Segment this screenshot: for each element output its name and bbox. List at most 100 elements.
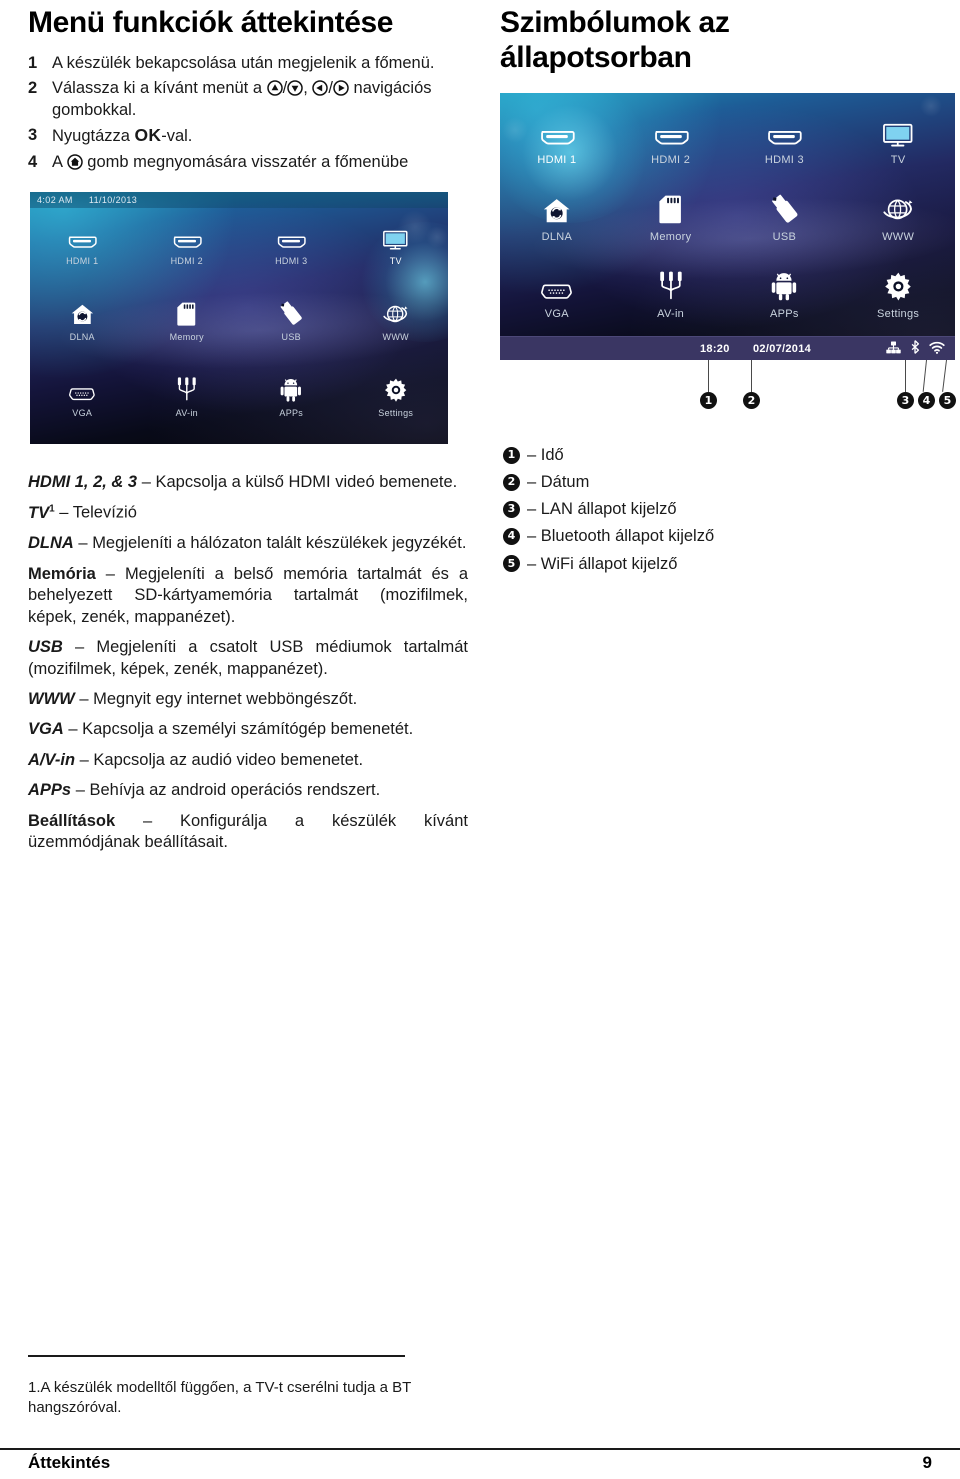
menu-description-paragraph: VGA – Kapcsolja a személyi számítógép be… — [28, 719, 468, 740]
menu-tile-label: HDMI 2 — [170, 256, 203, 266]
menu-tile-label: Memory — [649, 231, 692, 243]
footer-page-number: 9 — [922, 1453, 932, 1472]
legend-marker: 5 — [503, 555, 520, 573]
legend-row-5: 5 – WiFi állapot kijelző — [503, 555, 903, 573]
menu-tile-settings[interactable]: Settings — [841, 261, 955, 338]
step-item-1: 1 A készülék bekapcsolása után megjeleni… — [28, 52, 468, 74]
menu-term: WWW — [28, 690, 75, 708]
vga-port-icon — [69, 368, 96, 402]
menu-tile-www[interactable]: WWW — [841, 184, 955, 261]
menu-term: A/V-in — [28, 750, 76, 769]
menu-tile-tv[interactable]: TV — [344, 216, 449, 292]
globe-browser-icon — [883, 184, 914, 224]
menu-tile-label: USB — [772, 231, 797, 243]
menu-tile-hdmi-2[interactable]: HDMI 2 — [614, 107, 728, 184]
menu-tile-usb[interactable]: USB — [728, 184, 842, 261]
menu-tile-tv[interactable]: TV — [841, 107, 955, 184]
menu-tile-label: Settings — [877, 308, 920, 320]
menu-term-dash: – — [95, 564, 125, 583]
device-status-bar-bottom: 18:20 02/07/2014 — [500, 336, 955, 360]
menu-tile-label: VGA — [72, 408, 93, 418]
step-text-part-1: Nyugtázza — [52, 127, 135, 146]
menu-term-dash: – — [74, 690, 94, 708]
hdmi-port-icon — [67, 216, 97, 250]
menu-tile-www[interactable]: WWW — [344, 292, 449, 368]
status-date: 02/07/2014 — [753, 342, 812, 355]
projector-main-menu-screenshot-right: HDMI 1 HDMI 2 HDMI 3 TV DLNA Memory USB WWW VGA A… — [500, 93, 955, 360]
menu-tile-av-in[interactable]: AV-in — [135, 368, 240, 444]
step-item-2: 2 Válassza ki a kívánt menüt a /, / navig… — [28, 77, 468, 121]
leader-line-1 — [708, 360, 709, 392]
menu-tile-av-in[interactable]: AV-in — [614, 261, 728, 338]
menu-description-text: Televízió — [72, 503, 137, 522]
menu-tile-hdmi-2[interactable]: HDMI 2 — [135, 216, 240, 292]
menu-description-paragraph: TV1 – Televízió — [28, 502, 468, 524]
callout-marker-2: 2 — [743, 392, 760, 409]
menu-tile-hdmi-1[interactable]: HDMI 1 — [30, 216, 135, 292]
menu-description-text: Kapcsolja az audió video bemenetet. — [93, 750, 364, 769]
menu-tile-vga[interactable]: VGA — [30, 368, 135, 444]
step-number: 4 — [28, 152, 38, 171]
menu-tile-memory[interactable]: Memory — [135, 292, 240, 368]
bluetooth-status-icon — [910, 340, 920, 357]
menu-tile-label: WWW — [882, 231, 915, 243]
arrow-down-button-icon — [287, 80, 303, 96]
menu-tile-apps[interactable]: APPs — [239, 368, 344, 444]
legend-label: – Idő — [527, 446, 564, 464]
legend-label: – LAN állapot kijelző — [527, 500, 677, 519]
menu-description-paragraph: HDMI 1, 2, & 3 – Kapcsolja a külső HDMI … — [28, 472, 468, 493]
legend-marker: 1 — [503, 446, 520, 464]
av-cable-icon — [658, 261, 684, 301]
menu-tile-label: Memory — [169, 332, 204, 342]
menu-tile-hdmi-1[interactable]: HDMI 1 — [500, 107, 614, 184]
menu-tile-grid: HDMI 1 HDMI 2 HDMI 3 TV DLNA Memory USB WWW VGA A… — [500, 107, 955, 338]
leader-line-5 — [942, 359, 947, 392]
menu-term-dash: – — [54, 503, 73, 522]
menu-tile-label: AV-in — [175, 408, 198, 418]
menu-description-paragraph: USB – Megjeleníti a csatolt USB médiumok… — [28, 637, 468, 680]
menu-tile-label: WWW — [382, 332, 409, 342]
callout-marker-1: 1 — [700, 392, 717, 409]
legend-row-1: 1 – Idő — [503, 446, 903, 464]
menu-tile-hdmi-3[interactable]: HDMI 3 — [239, 216, 344, 292]
step-text-part-2: gomb megnyomására visszatér a főmenübe — [82, 152, 409, 171]
menu-tile-memory[interactable]: Memory — [614, 184, 728, 261]
device-status-bar-top: 4:02 AM 11/10/2013 — [30, 192, 448, 208]
footer-divider — [0, 1448, 960, 1450]
menu-tile-dlna[interactable]: DLNA — [500, 184, 614, 261]
dlna-house-share-icon — [543, 184, 570, 224]
menu-tile-hdmi-3[interactable]: HDMI 3 — [728, 107, 842, 184]
legend-row-4: 4 – Bluetooth állapot kijelző — [503, 527, 903, 545]
step-number: 3 — [28, 126, 38, 145]
menu-tile-grid: HDMI 1 HDMI 2 HDMI 3 TV DLNA Memory USB WWW VGA A… — [30, 216, 448, 444]
menu-tile-dlna[interactable]: DLNA — [30, 292, 135, 368]
android-robot-icon — [771, 261, 797, 301]
menu-tile-settings[interactable]: Settings — [344, 368, 449, 444]
gear-icon — [884, 261, 913, 301]
menu-term-dash: – — [62, 638, 97, 657]
menu-tile-label: AV-in — [657, 308, 685, 320]
menu-description-text: Megjeleníti a hálózaton talált készüléke… — [92, 534, 467, 553]
step-text-part-2: -val. — [161, 127, 193, 146]
step-item-3: 3 Nyugtázza OK-val. — [28, 124, 468, 147]
menu-description-text: Megnyit egy internet webböngészőt. — [93, 690, 358, 708]
wifi-status-icon — [929, 341, 945, 357]
menu-term-dash: – — [75, 750, 94, 769]
arrow-left-button-icon — [312, 80, 329, 96]
footnote-divider — [28, 1355, 405, 1357]
menu-tile-label: HDMI 1 — [66, 256, 99, 266]
menu-term: APPs — [28, 781, 72, 800]
menu-tile-vga[interactable]: VGA — [500, 261, 614, 338]
leader-line-3 — [905, 360, 906, 392]
hdmi-port-icon — [766, 107, 803, 147]
menu-tile-apps[interactable]: APPs — [728, 261, 842, 338]
menu-tile-label: APPs — [279, 408, 304, 418]
right-column: Szimbólumok az állapotsorban HDMI 1 HDMI … — [500, 0, 956, 573]
menu-tile-usb[interactable]: USB — [239, 292, 344, 368]
menu-term-dash: – — [63, 720, 83, 739]
legend-row-3: 3 – LAN állapot kijelző — [503, 500, 903, 518]
menu-term: Memória — [28, 564, 96, 583]
menu-term: TV1 — [28, 503, 55, 522]
menu-description-paragraph: WWW – Megnyit egy internet webböngészőt. — [28, 689, 468, 710]
menu-tile-label: HDMI 1 — [537, 154, 577, 166]
